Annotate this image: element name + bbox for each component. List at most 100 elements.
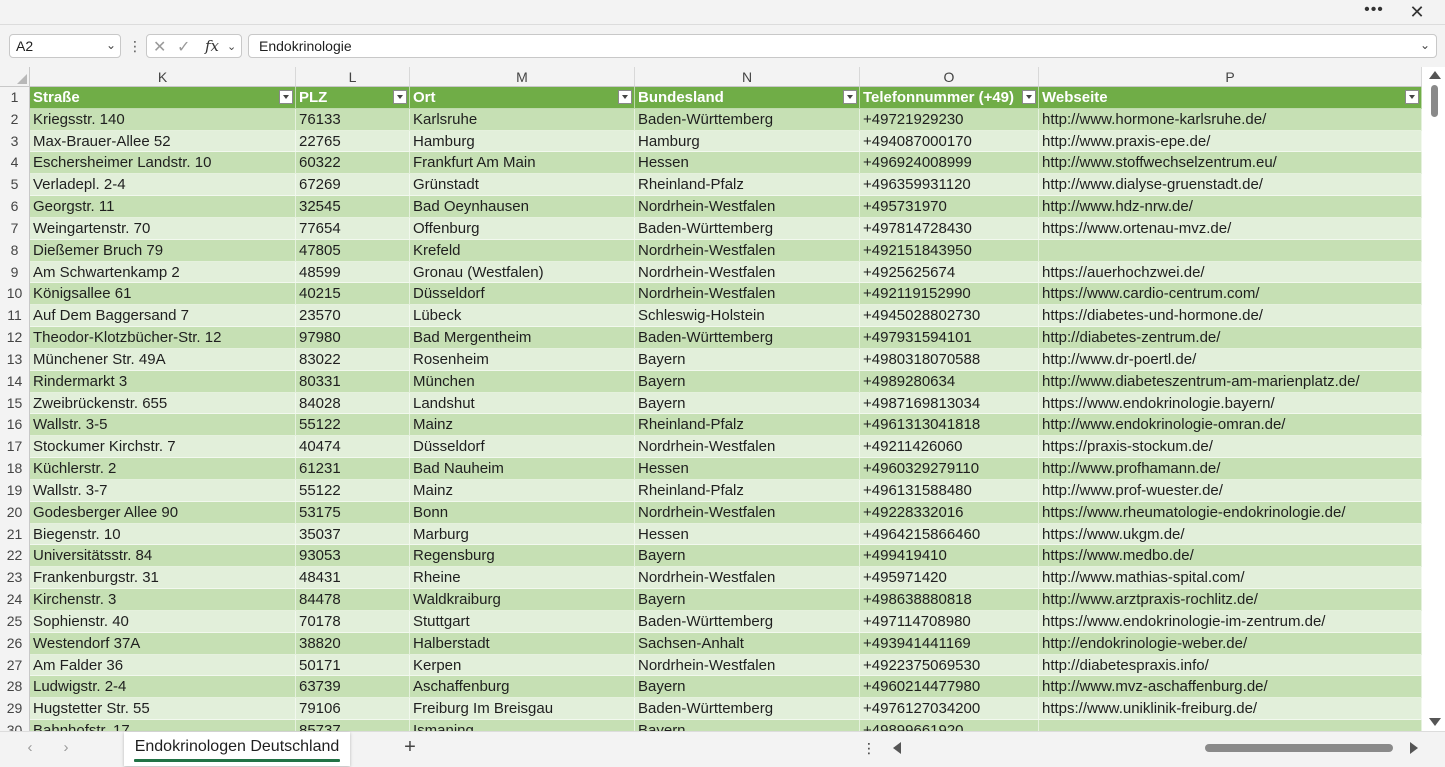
table-cell[interactable]: Kerpen bbox=[410, 654, 635, 677]
row-header[interactable]: 19 bbox=[0, 479, 30, 502]
table-cell[interactable]: https://www.endokrinologie-im-zentrum.de… bbox=[1039, 610, 1422, 633]
table-cell[interactable]: Nordrhein-Westfalen bbox=[635, 436, 860, 459]
row-header[interactable]: 25 bbox=[0, 610, 30, 633]
table-cell[interactable]: 70178 bbox=[296, 610, 410, 633]
row-header[interactable]: 13 bbox=[0, 348, 30, 371]
table-cell[interactable]: http://www.praxis-epe.de/ bbox=[1039, 130, 1422, 153]
table-cell[interactable]: https://praxis-stockum.de/ bbox=[1039, 436, 1422, 459]
row-header[interactable]: 18 bbox=[0, 458, 30, 480]
table-cell[interactable]: Max-Brauer-Allee 52 bbox=[30, 130, 296, 153]
table-cell[interactable]: Bayern bbox=[635, 589, 860, 611]
row-header[interactable]: 11 bbox=[0, 305, 30, 328]
table-cell[interactable]: Rheine bbox=[410, 567, 635, 590]
table-cell[interactable]: http://www.diabeteszentrum-am-marienplat… bbox=[1039, 370, 1422, 393]
table-cell[interactable] bbox=[1039, 720, 1422, 731]
row-header[interactable]: 23 bbox=[0, 567, 30, 590]
row-header[interactable]: 22 bbox=[0, 545, 30, 568]
table-cell[interactable]: Universitätsstr. 84 bbox=[30, 545, 296, 568]
table-cell[interactable]: Freiburg Im Breisgau bbox=[410, 698, 635, 721]
table-cell[interactable]: Bahnhofstr. 17 bbox=[30, 720, 296, 731]
table-cell[interactable]: Weingartenstr. 70 bbox=[30, 217, 296, 240]
table-cell[interactable]: https://www.ortenau-mvz.de/ bbox=[1039, 217, 1422, 240]
header-cell[interactable]: Straße bbox=[30, 87, 296, 109]
table-cell[interactable]: http://www.stoffwechselzentrum.eu/ bbox=[1039, 152, 1422, 175]
header-cell[interactable]: PLZ bbox=[296, 87, 410, 109]
table-cell[interactable]: http://www.hormone-karlsruhe.de/ bbox=[1039, 108, 1422, 131]
table-cell[interactable]: 47805 bbox=[296, 239, 410, 262]
table-cell[interactable]: 85737 bbox=[296, 720, 410, 731]
table-cell[interactable]: 84478 bbox=[296, 589, 410, 611]
table-cell[interactable]: +495971420 bbox=[860, 567, 1039, 590]
table-cell[interactable]: Baden-Württemberg bbox=[635, 610, 860, 633]
table-cell[interactable]: 55122 bbox=[296, 479, 410, 502]
table-cell[interactable]: 80331 bbox=[296, 370, 410, 393]
table-cell[interactable]: Verladepl. 2-4 bbox=[30, 174, 296, 197]
table-cell[interactable]: 61231 bbox=[296, 458, 410, 480]
row-header[interactable]: 29 bbox=[0, 698, 30, 721]
table-cell[interactable]: Karlsruhe bbox=[410, 108, 635, 131]
table-cell[interactable]: http://www.dialyse-gruenstadt.de/ bbox=[1039, 174, 1422, 197]
table-cell[interactable]: Frankenburgstr. 31 bbox=[30, 567, 296, 590]
table-cell[interactable]: Baden-Württemberg bbox=[635, 217, 860, 240]
column-header-2[interactable]: M bbox=[410, 67, 635, 87]
table-cell[interactable]: Rheinland-Pfalz bbox=[635, 479, 860, 502]
table-cell[interactable]: 60322 bbox=[296, 152, 410, 175]
table-cell[interactable]: https://www.uniklinik-freiburg.de/ bbox=[1039, 698, 1422, 721]
table-cell[interactable]: +497114708980 bbox=[860, 610, 1039, 633]
table-cell[interactable]: Lübeck bbox=[410, 305, 635, 328]
table-cell[interactable]: Gronau (Westfalen) bbox=[410, 261, 635, 284]
row-header[interactable]: 1 bbox=[0, 87, 30, 109]
add-sheet-icon[interactable]: + bbox=[398, 736, 422, 759]
column-header-1[interactable]: L bbox=[296, 67, 410, 87]
row-header[interactable]: 2 bbox=[0, 108, 30, 131]
table-cell[interactable]: +4980318070588 bbox=[860, 348, 1039, 371]
filter-dropdown-icon[interactable] bbox=[1022, 90, 1036, 104]
table-cell[interactable]: 53175 bbox=[296, 501, 410, 524]
table-cell[interactable]: Wallstr. 3-5 bbox=[30, 414, 296, 437]
table-cell[interactable]: Bayern bbox=[635, 676, 860, 699]
table-cell[interactable]: Mainz bbox=[410, 479, 635, 502]
table-cell[interactable]: 22765 bbox=[296, 130, 410, 153]
table-cell[interactable]: Hessen bbox=[635, 152, 860, 175]
table-cell[interactable]: https://www.endokrinologie.bayern/ bbox=[1039, 392, 1422, 415]
table-cell[interactable]: +492151843950 bbox=[860, 239, 1039, 262]
table-cell[interactable]: Baden-Württemberg bbox=[635, 108, 860, 131]
header-cell[interactable]: Bundesland bbox=[635, 87, 860, 109]
chevron-down-icon[interactable]: ⌄ bbox=[227, 40, 236, 53]
table-cell[interactable]: Marburg bbox=[410, 523, 635, 546]
table-cell[interactable]: +4960329279110 bbox=[860, 458, 1039, 480]
table-cell[interactable]: 50171 bbox=[296, 654, 410, 677]
row-header[interactable]: 7 bbox=[0, 217, 30, 240]
table-cell[interactable]: Landshut bbox=[410, 392, 635, 415]
table-cell[interactable]: +4960214477980 bbox=[860, 676, 1039, 699]
table-cell[interactable]: https://www.rheumatologie-endokrinologie… bbox=[1039, 501, 1422, 524]
table-cell[interactable]: Nordrhein-Westfalen bbox=[635, 196, 860, 218]
table-cell[interactable]: http://endokrinologie-weber.de/ bbox=[1039, 632, 1422, 655]
row-header[interactable]: 4 bbox=[0, 152, 30, 175]
table-cell[interactable]: Am Falder 36 bbox=[30, 654, 296, 677]
table-cell[interactable]: Bayern bbox=[635, 348, 860, 371]
table-cell[interactable]: 93053 bbox=[296, 545, 410, 568]
table-cell[interactable]: Bayern bbox=[635, 545, 860, 568]
table-cell[interactable]: +499419410 bbox=[860, 545, 1039, 568]
row-header[interactable]: 12 bbox=[0, 327, 30, 349]
table-cell[interactable]: +4989280634 bbox=[860, 370, 1039, 393]
previous-sheet-icon[interactable]: ‹ bbox=[20, 739, 40, 756]
table-cell[interactable]: Hessen bbox=[635, 523, 860, 546]
column-header-3[interactable]: N bbox=[635, 67, 860, 87]
scroll-down-icon[interactable] bbox=[1429, 718, 1441, 726]
table-cell[interactable]: 40215 bbox=[296, 283, 410, 306]
row-header[interactable]: 8 bbox=[0, 239, 30, 262]
table-cell[interactable]: München bbox=[410, 370, 635, 393]
table-cell[interactable]: https://www.ukgm.de/ bbox=[1039, 523, 1422, 546]
table-cell[interactable]: Baden-Württemberg bbox=[635, 698, 860, 721]
table-cell[interactable]: 32545 bbox=[296, 196, 410, 218]
column-header-5[interactable]: P bbox=[1039, 67, 1422, 87]
expand-formula-icon[interactable]: ⌄ bbox=[1420, 38, 1430, 52]
table-cell[interactable]: Bad Oeynhausen bbox=[410, 196, 635, 218]
chevron-down-icon[interactable]: ⌄ bbox=[106, 38, 116, 52]
table-cell[interactable]: Bayern bbox=[635, 370, 860, 393]
row-header[interactable]: 3 bbox=[0, 130, 30, 153]
table-cell[interactable]: +494087000170 bbox=[860, 130, 1039, 153]
row-header[interactable]: 21 bbox=[0, 523, 30, 546]
